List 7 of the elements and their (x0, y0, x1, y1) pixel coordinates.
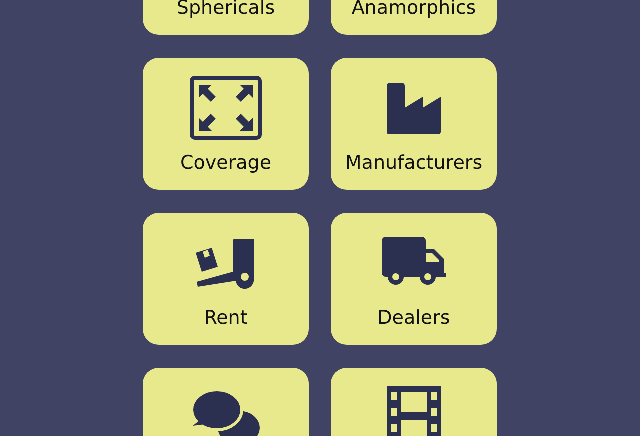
menu-tile[interactable]: Manufacturers (331, 58, 497, 190)
menu-tile[interactable]: Dealers (331, 213, 497, 345)
menu-tile[interactable]: Rent (143, 213, 309, 345)
menu-tile[interactable]: Coverage (143, 58, 309, 190)
factory-icon (385, 82, 443, 134)
film-icon (387, 386, 441, 436)
expand-icon (189, 75, 263, 141)
